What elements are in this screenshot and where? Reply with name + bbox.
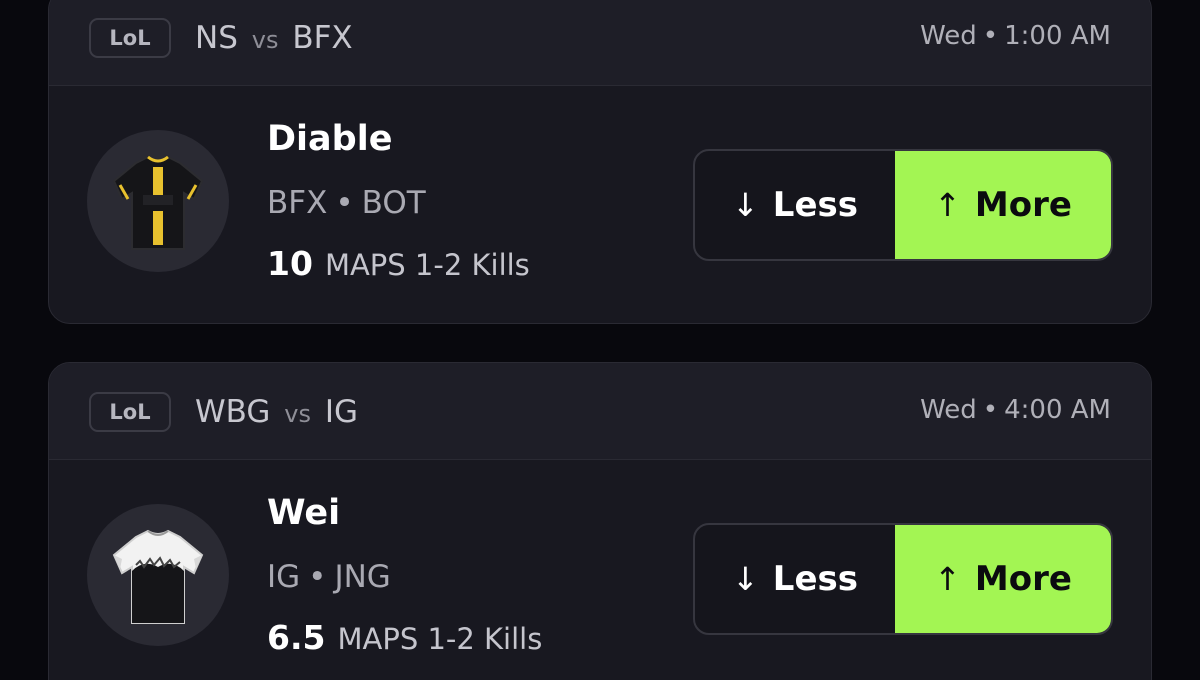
team1-name: NS [195,20,238,56]
pick-toggle: ↓ Less ↑ More [693,149,1113,261]
player-team: BFX [267,185,328,221]
team2-name: BFX [292,20,353,56]
match-clock: 4:00 AM [1004,395,1111,425]
line-value: 10 [267,244,313,283]
black-gold-jersey-icon [112,155,204,250]
less-button[interactable]: ↓ Less [695,151,895,259]
line-value: 6.5 [267,618,326,657]
match-day: Wed [920,21,977,51]
more-button[interactable]: ↑ More [895,151,1111,259]
player-position: BOT [361,185,426,221]
more-label: More [974,559,1072,599]
vs-label: vs [251,26,279,54]
player-team-position: BFX • BOT [267,185,426,221]
player-name: Diable [267,119,393,159]
match-header: LoL NS vs BFX Wed • 1:00 AM [49,0,1151,86]
more-button[interactable]: ↑ More [895,525,1111,633]
separator-dot: • [308,559,327,595]
projection-card: LoL NS vs BFX Wed • 1:00 AM Diable BFX •… [48,0,1152,324]
player-avatar [87,504,229,646]
separator-dot: • [982,395,999,425]
projection-card: LoL WBG vs IG Wed•4:00 AM Wei IG•JNG [48,362,1152,680]
stat-label: MAPS 1-2 Kills [337,622,543,656]
less-label: Less [772,559,858,599]
player-position: JNG [334,559,391,595]
pick-toggle: ↓ Less ↑ More [693,523,1113,635]
less-label: Less [772,185,858,225]
vs-label: vs [284,400,311,428]
more-label: More [974,185,1072,225]
match-time: Wed • 1:00 AM [920,21,1111,51]
less-button[interactable]: ↓ Less [695,525,895,633]
projection-line: 6.5 MAPS 1-2 Kills [267,618,542,657]
stat-label: MAPS 1-2 Kills [324,248,530,282]
game-badge: LoL [89,392,171,432]
matchup: WBG vs IG [195,394,358,430]
separator-dot: • [982,21,999,51]
team1-name: WBG [195,394,271,430]
match-time: Wed • 4:00 AM [920,395,1111,425]
projection-feed: LoL NS vs BFX Wed • 1:00 AM Diable BFX •… [0,0,1200,680]
arrow-up-icon: ↑ [934,186,961,224]
game-badge: LoL [89,18,171,58]
arrow-down-icon: ↓ [731,560,759,598]
projection-line: 10 MAPS 1-2 Kills [267,244,530,283]
matchup: NS vs BFX [195,20,353,56]
match-day: Wed [920,395,977,425]
arrow-up-icon: ↑ [934,560,961,598]
arrow-down-icon: ↓ [731,186,759,224]
separator-dot: • [335,185,354,221]
player-avatar [87,130,229,272]
match-clock: 1:00 AM [1004,21,1111,51]
player-name: Wei [267,493,341,533]
match-header: LoL WBG vs IG Wed • 4:00 AM [49,363,1151,460]
player-team-position: IG • JNG [267,559,391,595]
player-team: IG [267,559,301,595]
white-black-jersey-icon [112,529,204,624]
team2-name: IG [324,394,359,430]
